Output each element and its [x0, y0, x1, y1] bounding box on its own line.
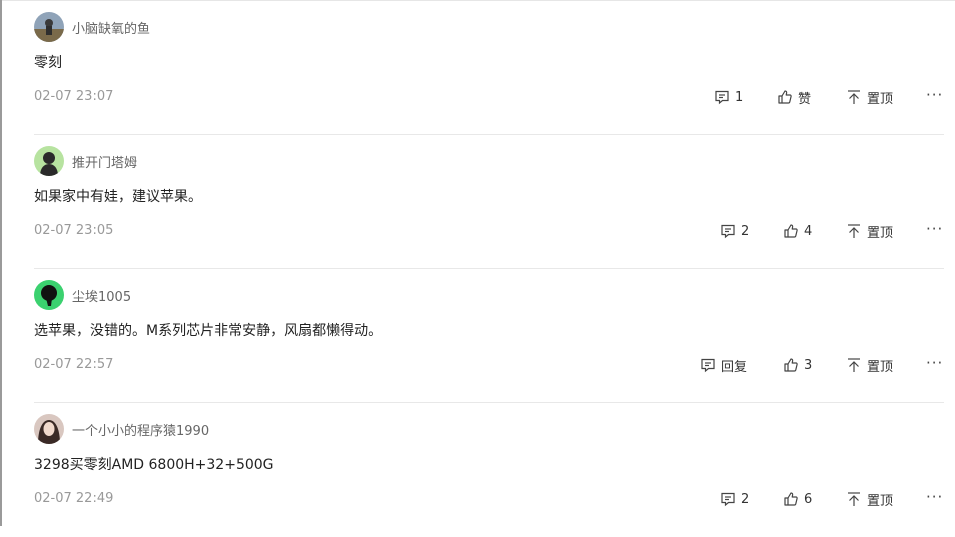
reply-count: 2	[741, 223, 750, 239]
like-count: 4	[804, 223, 813, 239]
like-button[interactable]: 3	[783, 355, 812, 375]
thumbs-up-icon	[778, 90, 792, 104]
comment-item: 一个小小的程序猿1990 3298买零刻AMD 6800H+32+500G 02…	[34, 403, 944, 537]
reply-button[interactable]: 回复	[700, 355, 747, 375]
comment-text: 零刻	[34, 55, 62, 71]
comment-text: 3298买零刻AMD 6800H+32+500G	[34, 457, 274, 473]
more-dots-icon: ···	[926, 354, 944, 372]
comment-bubble-icon	[715, 90, 729, 105]
comment-time: 02-07 22:57	[34, 357, 114, 372]
comment-item: 尘埃1005 选苹果，没错的。M系列芯片非常安静，风扇都懒得动。 02-07 2…	[34, 269, 944, 403]
pin-label: 置顶	[867, 359, 894, 375]
pin-to-top-button[interactable]: 置顶	[846, 355, 893, 375]
user-avatar[interactable]	[34, 146, 64, 176]
comment-bubble-icon	[721, 224, 735, 239]
reply-count: 2	[741, 491, 750, 507]
pin-label: 置顶	[867, 225, 894, 241]
reply-button[interactable]: 1	[714, 87, 743, 107]
user-avatar[interactable]	[34, 414, 64, 444]
comment-time: 02-07 23:05	[34, 223, 114, 238]
comment-bubble-icon	[701, 358, 715, 373]
reply-count: 1	[735, 89, 744, 105]
user-avatar[interactable]	[34, 12, 64, 42]
pin-to-top-icon	[848, 358, 860, 372]
like-count: 3	[804, 357, 813, 373]
like-button[interactable]: 赞	[777, 87, 811, 107]
comment-item: 推开门塔姆 如果家中有娃，建议苹果。 02-07 23:05 2 4 置顶 ··…	[34, 135, 944, 269]
like-button[interactable]: 6	[783, 489, 812, 509]
comment-item: 小脑缺氧的鱼 零刻 02-07 23:07 1 赞 置顶 ···	[34, 1, 944, 135]
comment-text: 选苹果，没错的。M系列芯片非常安静，风扇都懒得动。	[34, 323, 383, 339]
more-dots-icon: ···	[926, 220, 944, 238]
username[interactable]: 推开门塔姆	[72, 152, 137, 171]
pin-to-top-button[interactable]: 置顶	[846, 489, 893, 509]
username[interactable]: 小脑缺氧的鱼	[72, 18, 150, 37]
more-options-button[interactable]: ···	[926, 353, 943, 373]
pin-to-top-button[interactable]: 置顶	[846, 87, 893, 107]
thumbs-up-icon	[784, 358, 798, 372]
pin-label: 置顶	[867, 91, 894, 107]
more-options-button[interactable]: ···	[926, 219, 943, 239]
more-dots-icon: ···	[926, 86, 944, 104]
pin-to-top-button[interactable]: 置顶	[846, 221, 893, 241]
user-avatar[interactable]	[34, 280, 64, 310]
like-label: 赞	[798, 91, 812, 107]
like-count: 6	[804, 491, 813, 507]
like-button[interactable]: 4	[783, 221, 812, 241]
comment-text: 如果家中有娃，建议苹果。	[34, 189, 202, 205]
reply-button[interactable]: 2	[720, 221, 749, 241]
comment-bubble-icon	[721, 492, 735, 507]
username[interactable]: 尘埃1005	[72, 286, 131, 305]
more-dots-icon: ···	[926, 488, 944, 506]
comment-time: 02-07 22:49	[34, 491, 114, 506]
pin-to-top-icon	[848, 224, 860, 238]
reply-label: 回复	[721, 359, 748, 375]
thumbs-up-icon	[784, 224, 798, 238]
username[interactable]: 一个小小的程序猿1990	[72, 420, 209, 439]
pin-label: 置顶	[867, 493, 894, 509]
thumbs-up-icon	[784, 492, 798, 506]
more-options-button[interactable]: ···	[926, 85, 943, 105]
pin-to-top-icon	[848, 492, 860, 506]
reply-button[interactable]: 2	[720, 489, 749, 509]
comment-time: 02-07 23:07	[34, 89, 114, 104]
pin-to-top-icon	[848, 90, 860, 104]
more-options-button[interactable]: ···	[926, 487, 943, 507]
left-border	[0, 0, 2, 526]
